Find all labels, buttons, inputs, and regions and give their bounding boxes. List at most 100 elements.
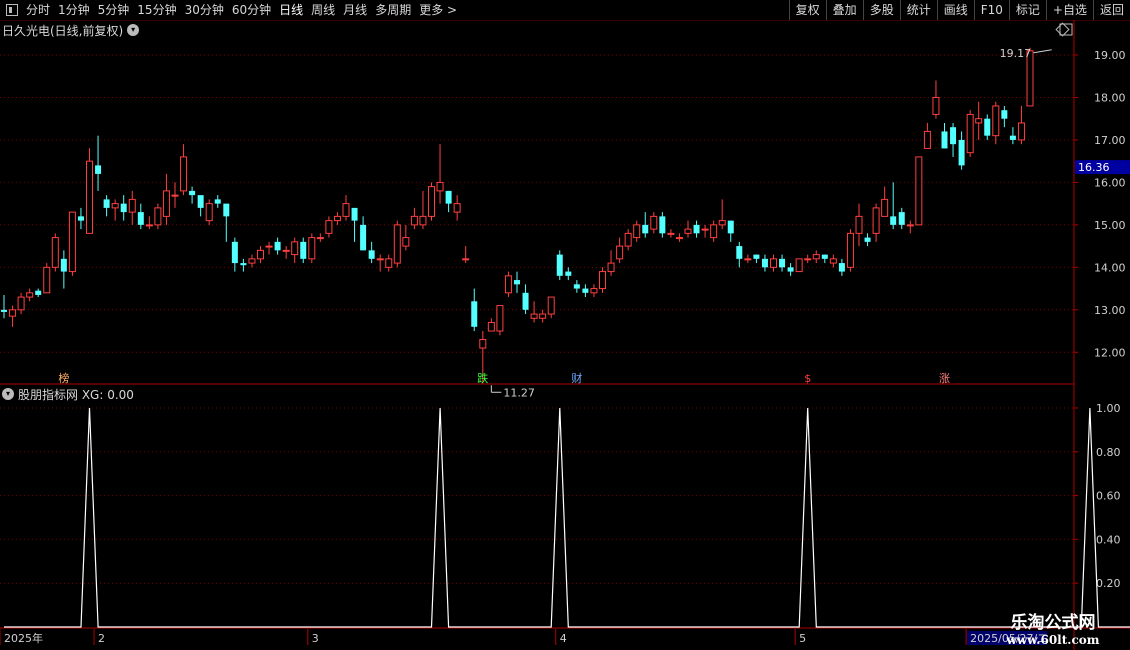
candle-body [1, 309, 7, 312]
candle-body [504, 275, 512, 294]
candle-body [855, 215, 863, 234]
candle-body [753, 254, 760, 259]
candle-body [137, 212, 144, 225]
event-marker: $ [804, 372, 811, 385]
candle-body [189, 190, 196, 196]
panel-toggle-icon [1059, 23, 1073, 36]
candle-body [60, 258, 67, 272]
candle-body [941, 131, 948, 149]
candle-body [274, 241, 281, 251]
x-tick-label: 4 [560, 632, 567, 645]
candle-body [573, 284, 580, 289]
candle-body [385, 258, 393, 268]
diamond-icon [1055, 22, 1070, 37]
candle-body [265, 245, 273, 248]
candle-body [718, 220, 726, 226]
candle-body [487, 322, 495, 332]
candle-body [120, 203, 127, 213]
candle-body [376, 258, 384, 261]
candle-body [710, 224, 718, 239]
candle-body [282, 249, 290, 252]
sub-y-tick-label: 0.40 [1096, 533, 1121, 546]
candle-body [727, 220, 734, 234]
main-y-tick-label: 19.00 [1094, 49, 1126, 62]
candle-body [436, 181, 444, 192]
candle-body [223, 203, 230, 217]
candle-body [530, 313, 538, 319]
candle-body [95, 165, 102, 174]
candle-body [804, 258, 812, 261]
candle-body [864, 237, 871, 242]
candle-body [479, 339, 487, 349]
candle-body [795, 258, 803, 273]
candle-body [829, 258, 837, 264]
candle-body [890, 216, 897, 225]
event-marker: 涨 [939, 372, 950, 385]
candle-body [881, 198, 889, 217]
candle-body [43, 266, 51, 294]
candle-body [915, 156, 923, 226]
candle-body [162, 190, 170, 217]
candle-body [556, 254, 563, 276]
candle-body [35, 290, 42, 295]
candle-body [445, 190, 452, 204]
candle-body [462, 258, 470, 261]
stock-chart[interactable]: 12.00 13.00 14.00 15.00 16.00 17.00 18.00 19.00… [0, 0, 1130, 650]
current-price-label: 16.36 [1078, 161, 1110, 174]
candle-body [1009, 135, 1016, 140]
candle-body [761, 258, 768, 268]
candle-body [214, 199, 221, 204]
sub-y-tick-label: 0.80 [1096, 446, 1121, 459]
candle-body [565, 271, 572, 276]
candle-body [410, 215, 418, 226]
candle-body [240, 263, 247, 266]
candle-body [86, 160, 93, 234]
watermark-title: 乐淘公式网 [1010, 613, 1096, 633]
candle-body [103, 199, 110, 208]
candle-body [736, 246, 743, 259]
candle-body [846, 232, 854, 268]
candle-body [248, 258, 256, 264]
event-marker: 榜 [58, 371, 69, 385]
candle-body [333, 215, 341, 222]
candle-body [838, 263, 845, 272]
x-tick-label: 2 [98, 632, 105, 645]
candle-body [950, 127, 957, 145]
candle-body [197, 195, 204, 208]
candle-body [650, 215, 658, 230]
candle-body [779, 258, 786, 268]
sub-y-tick-label: 0.60 [1096, 490, 1121, 503]
candle-body [205, 203, 213, 222]
candle-body [496, 305, 504, 332]
candle-body [684, 228, 692, 234]
candle-body [624, 232, 632, 247]
candle-body [923, 130, 931, 149]
x-tick-label: 5 [799, 632, 806, 645]
candle-body [770, 258, 777, 268]
candle-body [17, 296, 25, 311]
candle-body [984, 118, 991, 136]
candle-body [633, 224, 641, 239]
candle-body [231, 241, 238, 264]
candle-body [77, 216, 84, 221]
candle-body [975, 118, 983, 124]
candle-body [667, 232, 675, 235]
main-y-tick-label: 13.00 [1094, 304, 1126, 317]
candle-body [419, 215, 427, 226]
sub-y-tick-label: 0.20 [1096, 577, 1121, 590]
candle-body [590, 288, 598, 294]
candle-body [992, 105, 1000, 137]
candle-body [453, 203, 461, 213]
watermark-logo: 乐淘公式网 www.60lt.com [988, 608, 1118, 647]
candle-body [966, 113, 974, 154]
main-y-tick-label: 14.00 [1094, 261, 1126, 274]
candle-body [898, 212, 905, 225]
candle-body [300, 241, 307, 259]
candle-body [291, 241, 299, 256]
candle-body [539, 313, 547, 319]
main-y-tick-label: 12.00 [1094, 346, 1126, 359]
watermark-url: www.60lt.com [1006, 633, 1100, 647]
high-annotation-label: 19.17 [1000, 47, 1032, 60]
candle-body [257, 249, 264, 260]
candle-body [616, 245, 624, 260]
